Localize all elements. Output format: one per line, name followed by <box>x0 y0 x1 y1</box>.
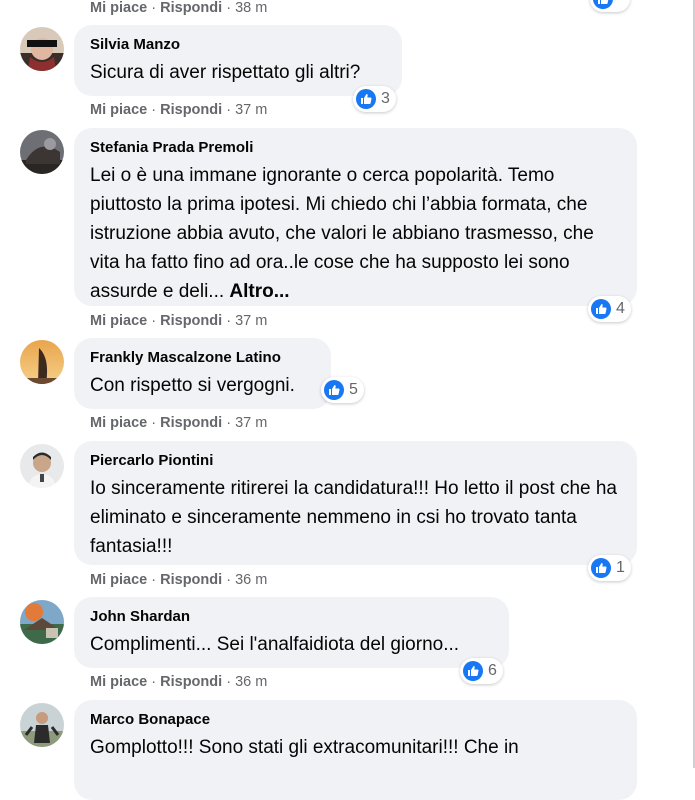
like-reaction-icon <box>324 380 344 400</box>
like-reaction-icon <box>593 0 613 9</box>
comment-text: Con rispetto si vergogni. <box>90 375 295 396</box>
reaction-count-number: 5 <box>349 381 358 398</box>
comment-author[interactable]: Frankly Mascalzone Latino <box>90 348 315 368</box>
reply-link[interactable]: Rispondi <box>160 102 222 118</box>
timestamp[interactable]: 38 m <box>235 0 267 16</box>
comment-actions: Mi piace · Rispondi · 36 m <box>90 674 268 690</box>
reaction-count-partial[interactable] <box>590 0 630 12</box>
like-link[interactable]: Mi piace <box>90 0 147 16</box>
reaction-count-number: 4 <box>616 300 625 317</box>
reaction-count[interactable]: 3 <box>353 86 396 112</box>
reaction-count-number: 6 <box>488 662 497 679</box>
avatar-piercarlo-piontini[interactable] <box>20 444 64 488</box>
like-link[interactable]: Mi piace <box>90 674 147 690</box>
comment-text: Io sinceramente ritirerei la candidatura… <box>90 478 617 557</box>
reply-link[interactable]: Rispondi <box>160 313 222 329</box>
reply-link[interactable]: Rispondi <box>160 415 222 431</box>
timestamp[interactable]: 37 m <box>235 415 267 431</box>
comment-bubble: Stefania Prada Premoli Lei o è una imman… <box>74 128 637 306</box>
avatar-marco-bonapace[interactable] <box>20 703 64 747</box>
reaction-count[interactable]: 1 <box>588 555 631 581</box>
comment-author[interactable]: Piercarlo Piontini <box>90 451 621 471</box>
comment-author[interactable]: Marco Bonapace <box>90 710 621 730</box>
comment-bubble: Piercarlo Piontini Io sinceramente ritir… <box>74 441 637 565</box>
like-reaction-icon <box>591 299 611 319</box>
reaction-count-number: 3 <box>381 90 390 107</box>
like-link[interactable]: Mi piace <box>90 313 147 329</box>
comment-text: Sicura di aver rispettato gli altri? <box>90 62 361 83</box>
reply-link[interactable]: Rispondi <box>160 572 222 588</box>
comment-actions-top: Mi piace · Rispondi · 38 m <box>90 0 268 16</box>
comment-text: Lei o è una immane ignorante o cerca pop… <box>90 165 594 302</box>
comment-actions: Mi piace · Rispondi · 37 m <box>90 415 268 431</box>
comment-text: Complimenti... Sei l'analfaidiota del gi… <box>90 634 460 655</box>
avatar-silvia-manzo[interactable] <box>20 27 64 71</box>
reaction-count-number: 1 <box>616 559 625 576</box>
like-reaction-icon <box>591 558 611 578</box>
avatar-stefania-prada-premoli[interactable] <box>20 130 64 174</box>
like-link[interactable]: Mi piace <box>90 572 147 588</box>
comment-author[interactable]: John Shardan <box>90 607 493 627</box>
reply-link[interactable]: Rispondi <box>160 0 222 16</box>
reaction-count[interactable]: 4 <box>588 296 631 322</box>
timestamp[interactable]: 37 m <box>235 102 267 118</box>
comment-bubble: Frankly Mascalzone Latino Con rispetto s… <box>74 338 331 409</box>
comment-bubble: Silvia Manzo Sicura di aver rispettato g… <box>74 25 402 96</box>
comment-author[interactable]: Silvia Manzo <box>90 35 386 55</box>
see-more-link[interactable]: Altro... <box>229 281 289 302</box>
timestamp[interactable]: 36 m <box>235 674 267 690</box>
comment-actions: Mi piace · Rispondi · 37 m <box>90 102 268 118</box>
comment-bubble: John Shardan Complimenti... Sei l'analfa… <box>74 597 509 668</box>
comment-actions: Mi piace · Rispondi · 37 m <box>90 313 268 329</box>
like-reaction-icon <box>356 89 376 109</box>
like-link[interactable]: Mi piace <box>90 415 147 431</box>
reaction-count[interactable]: 5 <box>321 377 364 403</box>
comment-author[interactable]: Stefania Prada Premoli <box>90 138 621 158</box>
comment-text: Gomplotto!!! Sono stati gli extracomunit… <box>90 737 519 758</box>
comment-bubble: Marco Bonapace Gomplotto!!! Sono stati g… <box>74 700 637 800</box>
reply-link[interactable]: Rispondi <box>160 674 222 690</box>
comment-actions: Mi piace · Rispondi · 36 m <box>90 572 268 588</box>
like-link[interactable]: Mi piace <box>90 102 147 118</box>
avatar-john-shardan[interactable] <box>20 600 64 644</box>
timestamp[interactable]: 36 m <box>235 572 267 588</box>
timestamp[interactable]: 37 m <box>235 313 267 329</box>
like-reaction-icon <box>463 661 483 681</box>
avatar-frankly-mascalzone-latino[interactable] <box>20 340 64 384</box>
reaction-count[interactable]: 6 <box>460 658 503 684</box>
